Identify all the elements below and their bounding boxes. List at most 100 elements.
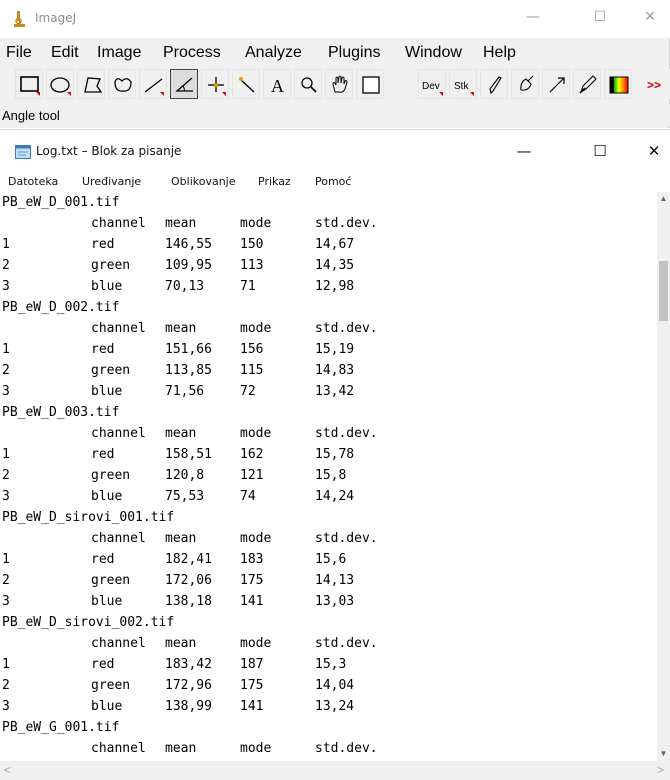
log-data-cell: blue — [91, 699, 123, 714]
log-data-cell: 182,41 — [165, 552, 212, 567]
log-data-cell: 1 — [2, 657, 10, 672]
log-header-cell: mode — [240, 216, 272, 231]
oval-tool[interactable] — [46, 69, 74, 99]
color-picker-icon — [362, 76, 380, 94]
freehand-tool[interactable] — [108, 69, 136, 99]
imagej-menu-analyze[interactable]: Analyze — [245, 44, 302, 62]
stk-menu[interactable]: Stk — [449, 69, 477, 99]
brush-icon — [520, 75, 534, 91]
log-data-cell: blue — [91, 489, 123, 504]
log-header-cell: std.dev. — [315, 321, 378, 336]
log-data-cell: 113 — [240, 258, 264, 273]
notepad-menu-oblikovanje[interactable]: Oblikovanje — [171, 175, 236, 188]
freehand-icon — [114, 78, 132, 92]
log-header-cell: channel — [91, 216, 146, 231]
magnifier-tool[interactable] — [294, 69, 322, 99]
log-header-line: channel mean mode std.dev. — [0, 423, 657, 444]
notepad-menu-pomoc[interactable]: Pomoć — [315, 175, 351, 188]
vertical-scrollbar[interactable]: ▲ ▼ — [657, 192, 670, 761]
notepad-titlebar[interactable]: Log.txt – Blok za pisanje — ☐ ✕ — [0, 130, 670, 171]
lut-menu[interactable] — [604, 69, 632, 99]
notepad-icon — [15, 145, 31, 159]
imagej-maximize-button[interactable]: ☐ — [577, 0, 623, 34]
line-tool[interactable] — [139, 69, 167, 99]
svg-text:Stk: Stk — [454, 81, 469, 92]
horizontal-scrollbar[interactable]: < > — [0, 761, 670, 780]
imagej-menu-edit[interactable]: Edit — [51, 44, 79, 62]
scroll-right-arrow-icon[interactable]: > — [657, 763, 664, 777]
hand-tool[interactable] — [325, 69, 353, 99]
log-data-cell: 70,13 — [165, 279, 205, 294]
text-tool[interactable]: A — [263, 69, 291, 99]
angle-tool[interactable] — [170, 69, 198, 99]
log-data-cell: 14,13 — [315, 573, 355, 588]
log-filename: PB_eW_D_002.tif — [2, 300, 120, 315]
notepad-maximize-button[interactable]: ☐ — [577, 136, 623, 166]
point-tool[interactable] — [201, 69, 229, 99]
notepad-close-button[interactable]: ✕ — [631, 136, 670, 166]
log-data-line: 2 green 120,8 121 15,8 — [0, 465, 657, 486]
notepad-minimize-button[interactable]: — — [501, 136, 547, 166]
log-data-cell: 120,8 — [165, 468, 205, 483]
log-data-cell: 113,85 — [165, 363, 212, 378]
log-data-cell: 175 — [240, 573, 264, 588]
status-text: Angle tool — [2, 108, 60, 123]
notepad-menu-uredivanje[interactable]: Uređivanje — [82, 175, 141, 188]
vertical-scroll-thumb[interactable] — [659, 261, 668, 321]
imagej-menu-image[interactable]: Image — [97, 44, 141, 62]
scroll-up-arrow-icon[interactable]: ▲ — [657, 192, 670, 206]
log-data-cell: red — [91, 657, 115, 672]
log-data-line: 3 blue 138,18 141 13,03 — [0, 591, 657, 612]
flood-fill-tool[interactable] — [573, 69, 601, 99]
imagej-window: ImageJ — ☐ ✕ File Edit Image Process Ana… — [0, 0, 670, 128]
imagej-close-button[interactable]: ✕ — [627, 0, 670, 34]
svg-text:>>: >> — [647, 78, 661, 92]
svg-text:Dev: Dev — [422, 81, 440, 92]
notepad-menu-datoteka[interactable]: Datoteka — [8, 175, 58, 188]
log-data-cell: 3 — [2, 699, 10, 714]
log-header-cell: std.dev. — [315, 426, 378, 441]
arrow-tool[interactable] — [542, 69, 570, 99]
log-data-cell: 13,24 — [315, 699, 355, 714]
log-data-cell: green — [91, 258, 131, 273]
rectangle-tool[interactable] — [15, 69, 43, 99]
log-header-cell: std.dev. — [315, 741, 378, 756]
more-tools-button[interactable]: >> — [635, 69, 670, 99]
log-data-cell: red — [91, 342, 115, 357]
log-data-cell: 3 — [2, 489, 10, 504]
scroll-left-arrow-icon[interactable]: < — [4, 763, 11, 777]
log-data-line: 3 blue 70,13 71 12,98 — [0, 276, 657, 297]
log-data-cell: 146,55 — [165, 237, 212, 252]
log-filename: PB_eW_D_sirovi_001.tif — [2, 510, 175, 525]
log-data-line: 3 blue 71,56 72 13,42 — [0, 381, 657, 402]
text-editor-area[interactable]: PB_eW_D_001.tif channel mean mode std.dev. 1 r… — [0, 192, 657, 761]
imagej-minimize-button[interactable]: — — [510, 0, 556, 34]
imagej-menu-process[interactable]: Process — [163, 44, 221, 62]
color-picker-tool[interactable] — [356, 69, 384, 99]
log-data-cell: 2 — [2, 573, 10, 588]
brush-tool[interactable] — [511, 69, 539, 99]
log-filename-line: PB_eW_D_003.tif — [0, 402, 657, 423]
dev-menu[interactable]: Dev — [418, 69, 446, 99]
polygon-tool[interactable] — [77, 69, 105, 99]
log-header-cell: mean — [165, 216, 197, 231]
log-data-line: 3 blue 138,99 141 13,24 — [0, 696, 657, 717]
imagej-menu-file[interactable]: File — [6, 44, 32, 62]
log-header-cell: mean — [165, 426, 197, 441]
wand-tool[interactable] — [232, 69, 260, 99]
imagej-titlebar[interactable]: ImageJ — ☐ ✕ — [0, 0, 670, 38]
notepad-menu-prikaz[interactable]: Prikaz — [258, 175, 291, 188]
imagej-menu-help[interactable]: Help — [483, 44, 516, 62]
log-data-cell: 162 — [240, 447, 264, 462]
pencil-tool[interactable] — [480, 69, 508, 99]
log-data-line: 2 green 172,06 175 14,13 — [0, 570, 657, 591]
scroll-down-arrow-icon[interactable]: ▼ — [657, 747, 670, 761]
imagej-menu-plugins[interactable]: Plugins — [328, 44, 380, 62]
wand-icon — [239, 77, 255, 93]
imagej-menu-window[interactable]: Window — [405, 44, 462, 62]
log-data-cell: 175 — [240, 678, 264, 693]
log-header-line: channel mean mode std.dev. — [0, 633, 657, 654]
log-data-cell: 1 — [2, 447, 10, 462]
log-header-cell: channel — [91, 426, 146, 441]
log-data-cell: green — [91, 573, 131, 588]
